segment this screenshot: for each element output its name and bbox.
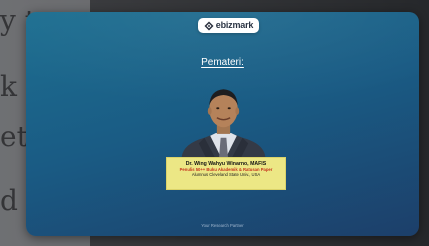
speaker-alumni: Alumnus Cleveland State Univ., USA bbox=[191, 171, 261, 177]
background-doc-fragment-3: et bbox=[0, 120, 28, 153]
section-title: Pemateri: bbox=[201, 57, 244, 68]
background-doc-fragment-2: k bbox=[0, 70, 17, 103]
footer-tagline: Your Research Partner bbox=[201, 223, 244, 228]
speaker-name-box: Dr. Wing Wahyu Winarno, MAFIS Penulis 50… bbox=[166, 157, 286, 190]
speaker-slide-card: ebizmark Pemateri: Dr. Wing Wahyu Winarn… bbox=[26, 12, 419, 236]
speaker-photo bbox=[181, 89, 266, 170]
ebizmark-logo-icon bbox=[204, 21, 214, 30]
ebizmark-logo: ebizmark bbox=[198, 18, 259, 33]
background-doc-fragment-4: d bbox=[0, 184, 18, 217]
logo-text: ebizmark bbox=[215, 20, 254, 30]
